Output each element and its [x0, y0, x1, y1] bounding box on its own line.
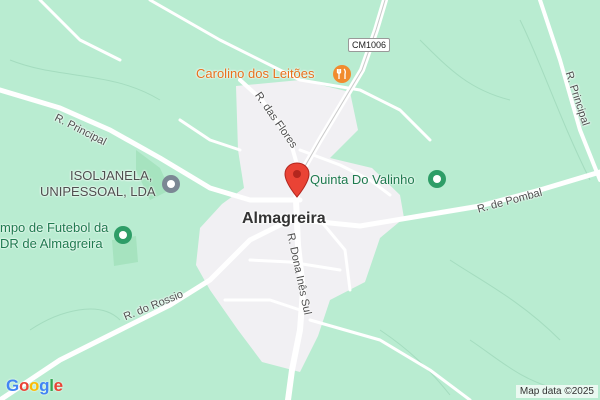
poi-label-quinta[interactable]: Quinta Do Valinho: [310, 172, 415, 187]
town-label: Almagreira: [242, 210, 326, 227]
poi-label-company-line2[interactable]: UNIPESSOAL, LDA: [40, 184, 156, 199]
logo-letter: e: [53, 376, 63, 395]
poi-label-football-line2[interactable]: DR de Almagreira: [0, 236, 103, 251]
poi-label-football-line1[interactable]: mpo de Futebol da: [0, 220, 108, 235]
map-canvas[interactable]: R. Principal R. Principal R. das Flores …: [0, 0, 600, 400]
logo-letter: G: [6, 376, 19, 395]
logo-letter: g: [39, 376, 50, 395]
location-marker-icon[interactable]: [284, 162, 310, 198]
poi-label-restaurant[interactable]: Carolino dos Leitões: [196, 66, 315, 81]
poi-label-company-line1[interactable]: ISOLJANELA,: [70, 168, 152, 183]
google-logo: Google: [6, 376, 63, 396]
map-attribution[interactable]: Map data ©2025: [515, 385, 598, 398]
logo-letter: o: [29, 376, 40, 395]
business-pin-icon[interactable]: [161, 174, 181, 194]
park-pin-icon[interactable]: [427, 169, 447, 189]
park-pin-icon[interactable]: [113, 225, 133, 245]
logo-letter: o: [18, 376, 30, 395]
road-shield: CM1006: [348, 38, 391, 52]
restaurant-icon[interactable]: [332, 64, 352, 84]
